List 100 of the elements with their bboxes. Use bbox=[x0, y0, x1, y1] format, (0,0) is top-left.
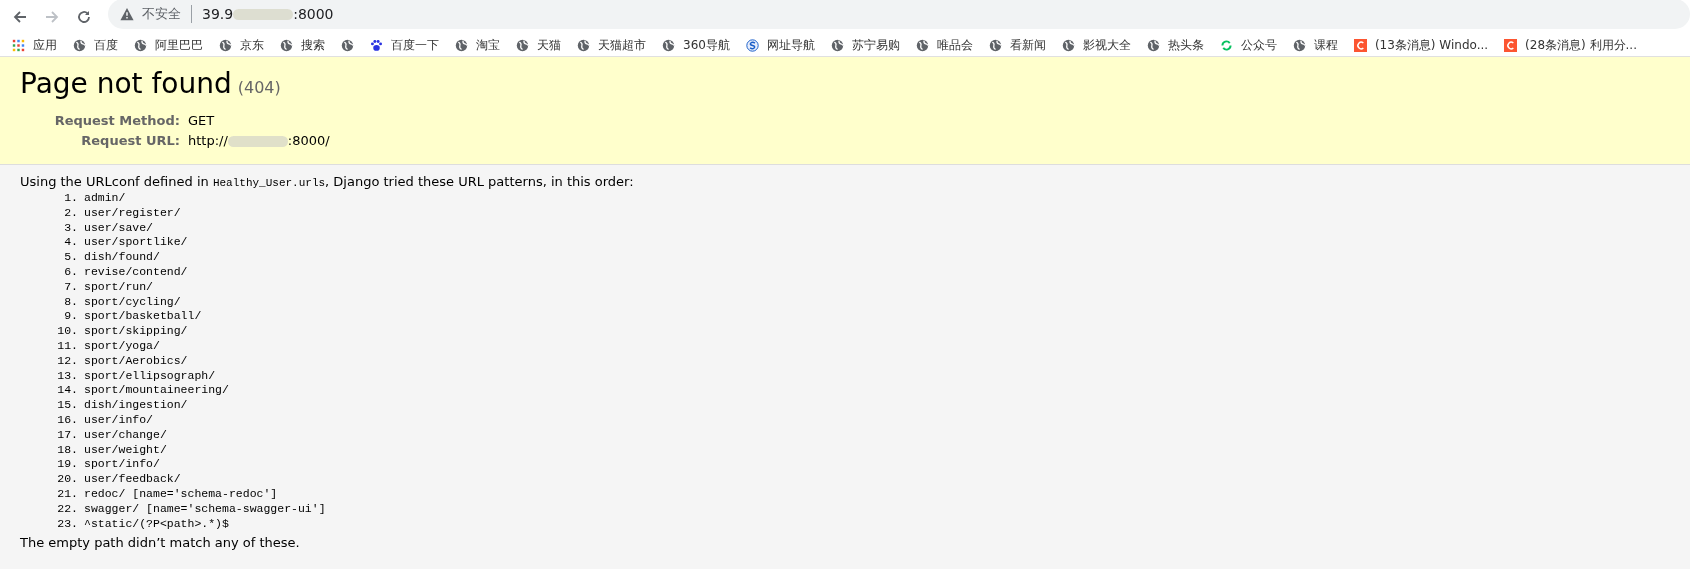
url-pattern: user/register/ bbox=[84, 205, 182, 221]
url-text: :8000 bbox=[293, 6, 334, 22]
globe-icon bbox=[73, 38, 86, 52]
list-number: 13. bbox=[56, 368, 78, 384]
url-pattern: user/feedback/ bbox=[84, 472, 182, 487]
globe-icon bbox=[516, 38, 529, 52]
url-pattern: sport/basketball/ bbox=[84, 309, 203, 325]
bookmark-item[interactable]: 京东 bbox=[219, 36, 264, 54]
globe-icon bbox=[662, 38, 675, 52]
bookmark-icon[interactable] bbox=[341, 38, 354, 52]
url-pattern: sport/Aerobics/ bbox=[84, 353, 189, 369]
list-number: 19. bbox=[56, 457, 78, 473]
bookmark-item[interactable]: 天猫 bbox=[516, 36, 561, 54]
bookmark-item[interactable]: (13条消息) Windo... bbox=[1353, 36, 1489, 54]
address-bar[interactable]: 不安全 39.9 :8000 bbox=[108, 0, 1690, 29]
grid-icon bbox=[12, 38, 25, 52]
url-pattern: sport/cycling/ bbox=[84, 294, 182, 310]
globe-icon bbox=[830, 38, 844, 52]
bookmark-item[interactable]: 网址导航 bbox=[745, 36, 815, 54]
page-title: Page not found bbox=[20, 67, 232, 100]
bookmark-item[interactable]: 看新闻 bbox=[988, 36, 1046, 54]
detail-label: Request Method: bbox=[53, 113, 180, 128]
url-pattern: dish/ingestion/ bbox=[84, 398, 189, 413]
intro-text: Using the URLconf defined in Healthy_User.urls, Django tried these URL patterns, in this order: bbox=[20, 174, 635, 189]
list-number: 2. bbox=[63, 205, 78, 221]
security-label: 不安全 bbox=[142, 5, 181, 23]
list-number: 20. bbox=[56, 472, 78, 487]
bookmark-item[interactable]: 搜索 bbox=[280, 36, 325, 54]
globe-icon bbox=[988, 38, 1002, 52]
list-number: 14. bbox=[56, 383, 78, 399]
url-pattern: user/sportlike/ bbox=[84, 235, 189, 251]
back-icon[interactable] bbox=[12, 9, 28, 25]
bookmark-item[interactable]: 百度一下 bbox=[370, 36, 439, 54]
bookmark-item[interactable]: 热头条 bbox=[1146, 36, 1204, 54]
url-pattern: dish/found/ bbox=[84, 250, 161, 265]
status-code: (404) bbox=[237, 78, 281, 97]
list-number: 10. bbox=[56, 324, 78, 339]
list-number: 9. bbox=[63, 309, 78, 325]
url-pattern: user/save/ bbox=[84, 220, 154, 236]
letter-s-icon bbox=[745, 38, 759, 52]
url-pattern: revise/contend/ bbox=[84, 265, 189, 280]
url-pattern: user/info/ bbox=[84, 412, 154, 428]
list-number: 6. bbox=[63, 265, 78, 280]
bookmark-item[interactable]: 360导航 bbox=[662, 36, 730, 54]
url-pattern: swagger/ [name='schema-swagger-ui'] bbox=[84, 501, 326, 517]
reload-icon[interactable] bbox=[76, 9, 92, 25]
bookmark-item[interactable]: 苏宁易购 bbox=[830, 36, 900, 54]
list-number: 21. bbox=[56, 486, 78, 502]
list-number: 17. bbox=[56, 427, 78, 443]
bookmark-item[interactable]: 天猫超市 bbox=[577, 36, 646, 54]
bookmark-item[interactable]: 淘宝 bbox=[455, 36, 500, 54]
url-pattern: sport/skipping/ bbox=[84, 324, 189, 339]
url-pattern: ^static/(?P<path>.*)$ bbox=[84, 516, 230, 532]
letter-c-icon bbox=[1353, 38, 1367, 52]
redacted-text bbox=[233, 8, 294, 20]
list-number: 5. bbox=[63, 250, 78, 265]
bookmark-item[interactable]: 唯品会 bbox=[915, 36, 973, 54]
globe-icon bbox=[577, 38, 590, 52]
bookmark-item[interactable]: 影视大全 bbox=[1061, 36, 1131, 54]
bookmark-item[interactable]: (28条消息) 利用分... bbox=[1504, 36, 1637, 54]
detail-value: GET bbox=[188, 113, 215, 128]
bookmark-item[interactable]: 阿里巴巴 bbox=[134, 36, 203, 54]
bookmark-item[interactable]: 公众号 bbox=[1219, 36, 1277, 54]
url-pattern: sport/yoga/ bbox=[84, 338, 161, 354]
url-pattern: sport/mountaineering/ bbox=[84, 383, 230, 399]
list-number: 7. bbox=[63, 279, 78, 295]
globe-icon bbox=[219, 38, 232, 52]
globe-icon bbox=[134, 38, 147, 52]
globe-icon bbox=[280, 38, 293, 52]
detail-label: Request URL: bbox=[80, 133, 180, 148]
detail-value: :8000/ bbox=[287, 133, 330, 148]
detail-value: http:// bbox=[188, 133, 228, 148]
footer-text: The empty path didn’t match any of these. bbox=[20, 535, 301, 551]
bookmark-item[interactable]: 百度 bbox=[73, 36, 118, 54]
bookmark-item[interactable]: 课程 bbox=[1292, 36, 1338, 54]
list-number: 1. bbox=[63, 191, 78, 206]
list-number: 22. bbox=[56, 501, 78, 517]
redacted-text bbox=[227, 136, 288, 147]
warning-icon bbox=[120, 7, 134, 21]
list-number: 23. bbox=[56, 516, 78, 532]
globe-icon bbox=[1146, 38, 1160, 52]
globe-icon bbox=[1061, 38, 1075, 52]
list-number: 4. bbox=[63, 235, 78, 251]
list-number: 12. bbox=[56, 353, 78, 369]
letter-c-icon bbox=[1504, 38, 1518, 52]
globe-icon bbox=[1292, 38, 1306, 52]
url-pattern: sport/run/ bbox=[84, 279, 154, 295]
list-number: 11. bbox=[56, 338, 78, 354]
list-number: 15. bbox=[56, 398, 78, 413]
bookmark-item[interactable]: 应用 bbox=[12, 36, 57, 54]
list-number: 3. bbox=[63, 220, 78, 236]
list-number: 16. bbox=[56, 412, 78, 428]
globe-icon bbox=[915, 38, 929, 52]
paw-icon bbox=[370, 38, 383, 52]
url-pattern: redoc/ [name='schema-redoc'] bbox=[84, 486, 279, 502]
globe-icon bbox=[455, 38, 468, 52]
list-number: 8. bbox=[63, 294, 78, 310]
list-number: 18. bbox=[56, 442, 78, 458]
url-text: 39.9 bbox=[202, 6, 234, 22]
url-pattern: admin/ bbox=[84, 191, 127, 206]
